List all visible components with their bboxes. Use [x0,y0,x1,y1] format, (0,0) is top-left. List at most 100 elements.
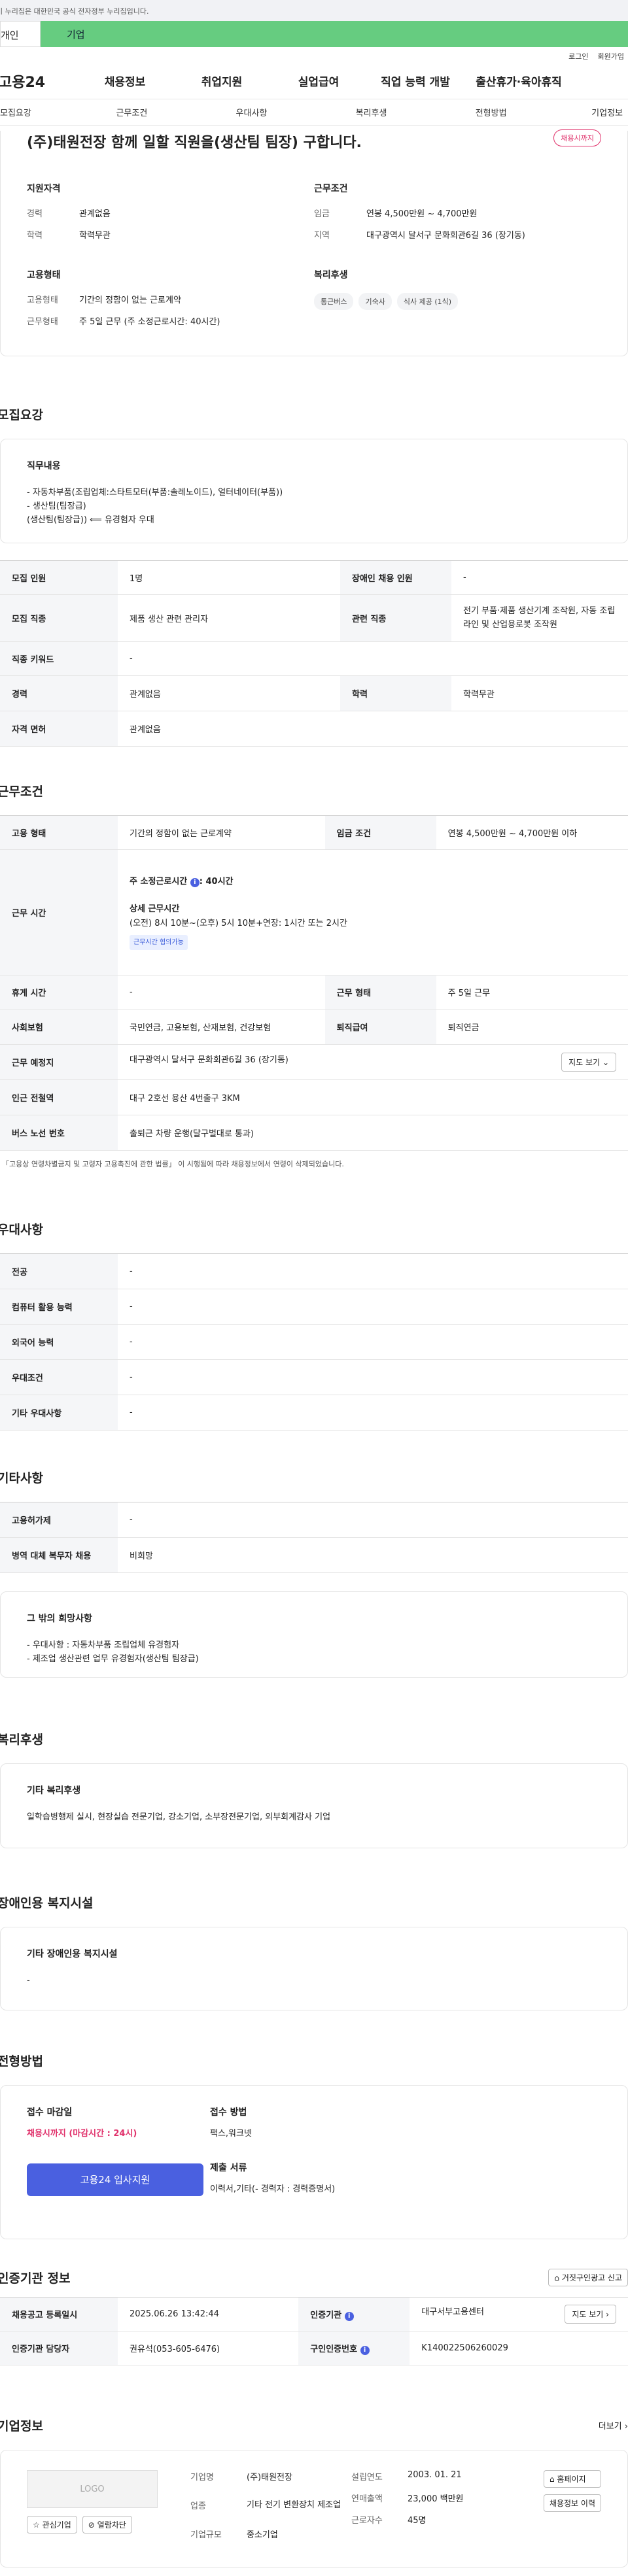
etc-section: 기타사항 고용허가제 - 병역 대체 복무자 채용 비희망 그 밖의 희망사항 - … [0,1468,628,1678]
welfare-chip: 기숙사 [358,293,392,310]
welfare-box: 기타 복리후생 일학습병행제 실시, 현장실습 전문기업, 강소기업, 소부장전… [0,1763,628,1848]
employees-label: 근로자수 [351,2516,383,2526]
work-hours-cell: 주 소정근로시간 i: 40시간 상세 근무시간 (오전) 8시 10분~(오후… [118,849,628,975]
tab-personal[interactable]: 개인 [0,21,41,47]
section-title: 우대사항 [0,1223,43,1237]
hours-sub-label: 상세 근무시간 [130,904,180,914]
company-box: LOGO ☆ 관심기업 ⊘ 열람차단 기업명 (주)태원전장 업종 기타 전기 변환… [0,2450,628,2568]
agency-table: 채용공고 등록일시 2025.06.26 13:42:44 인증기관 i 대구서부고용… [0,2297,628,2365]
hours-detail: (오전) 8시 10분~(오후) 5시 10분+연장: 1시간 또는 2시간 [130,919,347,929]
chevron-down-icon: ⌄ [602,1058,609,1067]
job-title: (주)태원전장 함께 일할 직원을(생산팀 팀장) 구합니다. [27,135,362,151]
cell-head: 채용공고 등록일시 [0,2297,118,2331]
cell-head: 구인인증번호 i [298,2331,410,2365]
welfare-box-heading: 기타 복리후생 [27,1786,81,1796]
favorite-company-button[interactable]: ☆ 관심기업 [27,2516,77,2534]
company-name: (주)태원전장 [247,2473,292,2483]
preference-section: 우대사항 전공 - 컴퓨터 활용 능력 - 외국어 능력 - 우대조건 - 기타 우대사… [0,1220,628,1431]
founded: 2003. 01. 21 [408,2470,462,2480]
cell: 대구광역시 달서구 문화회관6길 36 (장기동) 지도 보기 ⌄ [118,1044,628,1080]
cell-head: 근무 형태 [324,975,436,1009]
industry: 기타 전기 변환장치 제조업 [247,2500,341,2510]
cell: 대구 2호선 용산 4번출구 3KM [118,1079,628,1115]
cell-head: 임금 조건 [324,815,436,850]
cell: - [118,641,628,676]
map-button-label: 지도 보기 [568,1058,601,1067]
tab-selection[interactable]: 전형방법 [431,106,551,118]
cell: - [118,975,325,1009]
kv-value: 대구광역시 달서구 문화회관6길 36 (장기동) [366,231,525,241]
cell-head: 기타 우대사항 [0,1395,118,1431]
agency-map-button[interactable]: 지도 보기 › [565,2305,616,2324]
industry-label: 업종 [190,2501,206,2511]
map-button[interactable]: 지도 보기 ⌄ [561,1053,616,1072]
cell-head-label: 인증기관 [310,2310,342,2320]
report-button[interactable]: ⌂ 거짓구인광고 신고 [548,2269,628,2286]
founded-label: 설립연도 [351,2473,383,2483]
tab-welfare[interactable]: 복리후생 [311,106,431,118]
cell-head: 고용 형태 [0,815,118,850]
cell: 전기 부품·제품 생산기계 조작원, 자동 조립 라인 및 산업용로봇 조작원 [451,594,628,642]
cell: 관계없음 [118,675,340,711]
hours-main-label: 주 소정근로시간 [130,876,188,887]
disability-box: 기타 장애인용 복지시설 - [0,1927,628,2010]
etc-wish-heading: 그 밖의 희망사항 [27,1614,92,1624]
section-title: 전형방법 [0,2054,43,2069]
gnb-jobs[interactable]: 채용정보 [82,73,167,89]
kv-value: 학력무관 [79,231,111,241]
cell-head: 인증기관 i [298,2297,410,2331]
gnb-training[interactable]: 직업 능력 개발 [373,73,458,89]
homepage-button[interactable]: ⌂ 홈페이지 [543,2470,601,2488]
kv-value: 관계없음 [79,209,111,219]
job-summary-card: (주)태원전장 함께 일할 직원을(생산팀 팀장) 구합니다. 채용시까지 지원… [0,129,628,356]
history-button[interactable]: 채용정보 이력 [543,2494,601,2512]
preference-table: 전공 - 컴퓨터 활용 능력 - 외국어 능력 - 우대조건 - 기타 우대사항 - [0,1253,628,1431]
cell-head: 모집 직종 [0,594,118,642]
deadline-value: 채용시까지 (마감시간 : 24시) [27,2129,137,2139]
tab-enterprise[interactable]: 기업 [41,21,628,47]
gnb-unemployment[interactable]: 실업급여 [276,73,361,89]
cell: K140022506260029 [410,2331,628,2365]
site-logo[interactable]: 고용24 [0,71,71,92]
tab-company[interactable]: 기업정보 [551,106,628,118]
report-button-label: 거짓구인광고 신고 [561,2273,622,2282]
info-icon[interactable]: i [190,877,200,887]
gnb-leave[interactable]: 출산휴가·육아휴직 [470,73,568,89]
more-label: 더보기 [598,2422,622,2432]
info-icon[interactable]: i [360,2345,370,2355]
etc-wish-box: 그 밖의 희망사항 - 우대사항 : 자동차부품 조립업체 유경험자 - 제조업… [0,1591,628,1678]
company-logo: LOGO [27,2470,158,2508]
docs-value: 이력서,기타(- 경력자 : 경력증명서) [210,2184,336,2194]
cell-head: 전공 [0,1253,118,1289]
apply-button[interactable]: 고용24 입사지원 [27,2163,203,2196]
recruit-table: 모집 인원 1명 장애인 채용 인원 - 모집 직종 제품 생산 관련 관리자 관련 직종… [0,560,628,747]
signup-link[interactable]: 회원가입 [598,51,624,63]
cell: 비희망 [118,1537,628,1573]
utility-nav: 로그인 회원가입 [0,47,628,63]
hours-negotiable-tag: 근무시간 협의가능 [130,935,188,951]
block-view-button[interactable]: ⊘ 열람차단 [82,2516,132,2534]
cell-head: 자격 면허 [0,711,118,747]
login-link[interactable]: 로그인 [568,51,588,63]
cell: 출퇴근 차량 운행(달구벌대로 통과) [118,1115,628,1151]
etc-wish-line: - 우대사항 : 자동차부품 조립업체 유경험자 [27,1640,180,1650]
tab-recruit[interactable]: 모집요강 [0,106,72,118]
welfare-box-text: 일학습병행제 실시, 현장실습 전문기업, 강소기업, 소부장전문기업, 외부회… [27,1812,331,1822]
age-law-note: * 「고용상 연령차별금지 및 고령자 고용촉진에 관한 법률」 이 시행됨에 … [0,1160,344,1168]
block-label: 열람차단 [97,2520,126,2530]
disability-section: 장애인용 복지시설 기타 장애인용 복지시설 - [0,1893,628,2010]
disability-box-text: - [27,1976,30,1986]
cell-head: 모집 인원 [0,560,118,595]
more-link[interactable]: 더보기 › [599,2419,628,2432]
info-icon[interactable]: i [344,2311,354,2321]
welfare-section: 복리후생 기타 복리후생 일학습병행제 실시, 현장실습 전문기업, 강소기업,… [0,1730,628,1848]
gnb-employment-support[interactable]: 취업지원 [179,73,264,89]
duty-line: - 자동차부품(조립업체:스타트모터(부품:솔레노이드), 얼터네이터(부품)) [27,488,283,498]
cell: 국민연금, 고용보험, 산재보험, 건강보험 [118,1009,325,1045]
tab-preference[interactable]: 우대사항 [192,106,311,118]
cell-head: 관련 직종 [340,594,451,642]
tab-conditions[interactable]: 근무조건 [72,106,192,118]
cell: - [118,1502,628,1538]
cell-head: 고용허가제 [0,1502,118,1538]
hours-main-value: : 40시간 [199,876,234,887]
